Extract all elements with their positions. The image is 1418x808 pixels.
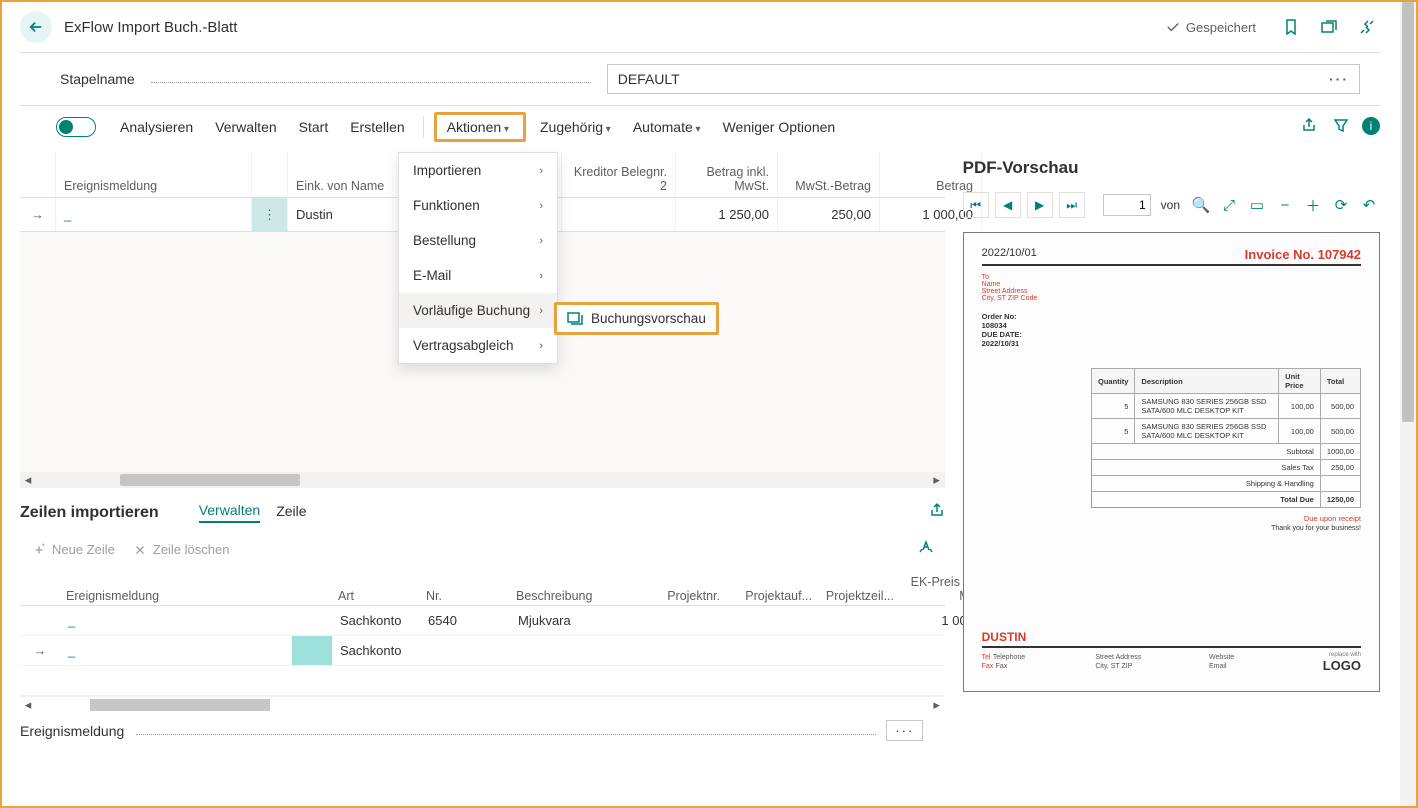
pdf-zoom-fit-icon[interactable]: ⤢ [1218,194,1240,216]
main-table-hscroll[interactable]: ◂▸ [20,472,945,488]
pdf-preview-title: PDF-Vorschau [963,152,1380,188]
aktionen-button[interactable]: Aktionen [434,112,526,142]
lcol-ereignis[interactable]: Ereignismeldung [60,566,292,605]
lcol-nr[interactable]: Nr. [420,566,510,605]
analyze-toggle[interactable] [56,117,96,137]
verwalten-button[interactable]: Verwalten [207,113,284,141]
weniger-optionen-button[interactable]: Weniger Optionen [715,113,844,141]
row-select-arrow-icon[interactable]: → [20,636,60,665]
col-ereignis[interactable]: Ereignismeldung [56,152,252,197]
pdf-zoom-out-icon[interactable]: − [1274,194,1296,216]
pdf-prev-page-icon[interactable]: ◀ [995,192,1021,218]
lines-ai-icon[interactable] [915,539,937,560]
pdf-zoom-in-icon[interactable]: ＋ [1302,194,1324,216]
tab-verwalten[interactable]: Verwalten [199,502,260,523]
col-kreditor[interactable]: Kreditor Belegnr. 2 [562,152,676,197]
saved-indicator: Gespeichert [1166,20,1256,35]
pdf-page-icon[interactable]: ▭ [1246,194,1268,216]
row-select-arrow-icon[interactable]: → [20,198,56,231]
tab-zeile[interactable]: Zeile [276,503,306,522]
page-title: ExFlow Import Buch.-Blatt [64,19,237,36]
pdf-first-page-icon[interactable]: ⏮ [963,192,989,218]
pdf-page-preview: 2022/10/01 Invoice No. 107942 To Name St… [963,232,1380,692]
footer-ereignis-label: Ereignismeldung [20,723,124,739]
pdf-page-input[interactable] [1103,194,1151,216]
info-icon[interactable]: i [1362,117,1380,135]
pdf-search-icon[interactable]: 🔍 [1190,194,1212,216]
lcol-art[interactable]: Art [332,566,420,605]
back-button[interactable] [20,11,52,43]
pdf-undo-icon[interactable]: ↶ [1358,194,1380,216]
popout-icon[interactable] [1316,14,1342,40]
analyze-button[interactable]: Analysieren [112,113,201,141]
delete-line-button[interactable]: Zeile löschen [133,539,230,560]
lcol-projektauf[interactable]: Projektauf... [726,566,818,605]
zugehoerig-button[interactable]: Zugehörig [532,113,619,141]
menu-vertragsabgleich[interactable]: Vertragsabgleich› [399,328,557,363]
filter-icon[interactable] [1330,117,1352,138]
lcol-beschr[interactable]: Beschreibung [510,566,640,605]
erstellen-button[interactable]: Erstellen [342,113,412,141]
vertical-scrollbar[interactable] [1400,2,1416,806]
share-icon[interactable] [1298,117,1320,138]
footer-more-button[interactable]: ··· [886,720,923,741]
batch-name-label: Stapelname [60,71,135,87]
menu-importieren[interactable]: Importieren› [399,153,557,188]
lines-table-hscroll[interactable]: ◂▸ [20,696,945,712]
menu-vorlaeufige-buchung[interactable]: Vorläufige Buchung› [399,293,557,328]
lines-table: Ereignismeldung Art Nr. Beschreibung Pro… [20,566,945,712]
menu-buchungsvorschau[interactable]: Buchungsvorschau [554,302,719,335]
col-betrag-inkl[interactable]: Betrag inkl. MwSt. [676,152,778,197]
lcol-projektzeil[interactable]: Projektzeil... [818,566,900,605]
menu-email[interactable]: E-Mail› [399,258,557,293]
collapse-icon[interactable] [1354,14,1380,40]
table-row[interactable]: → _ Sachkonto 0,00 [20,636,945,666]
row-more-icon[interactable]: ⋮ [252,198,288,231]
lines-section-title: Zeilen importieren [20,504,159,522]
menu-funktionen[interactable]: Funktionen› [399,188,557,223]
col-mwst[interactable]: MwSt.-Betrag [778,152,880,197]
bookmark-icon[interactable] [1278,14,1304,40]
new-line-button[interactable]: Neue Zeile [32,539,115,560]
start-button[interactable]: Start [291,113,337,141]
pdf-next-page-icon[interactable]: ▶ [1027,192,1053,218]
table-row[interactable] [20,666,945,696]
batch-name-more-icon[interactable]: ··· [1329,71,1349,87]
lines-share-icon[interactable] [929,502,945,523]
invoice-table: Quantity Description Unit Price Total 5 … [1091,368,1361,508]
table-row[interactable]: _ Sachkonto 6540 Mjukvara 1 000,00 [20,606,945,636]
menu-bestellung[interactable]: Bestellung› [399,223,557,258]
pdf-refresh-icon[interactable]: ⟳ [1330,194,1352,216]
row-selected-cell[interactable] [292,636,332,665]
batch-name-input[interactable]: DEFAULT ··· [607,64,1360,94]
pdf-last-page-icon[interactable]: ⏭ [1059,192,1085,218]
aktionen-menu: Importieren› Funktionen› Bestellung› E-M… [398,152,558,364]
lcol-projektnr[interactable]: Projektnr. [640,566,726,605]
automate-button[interactable]: Automate [625,113,709,141]
